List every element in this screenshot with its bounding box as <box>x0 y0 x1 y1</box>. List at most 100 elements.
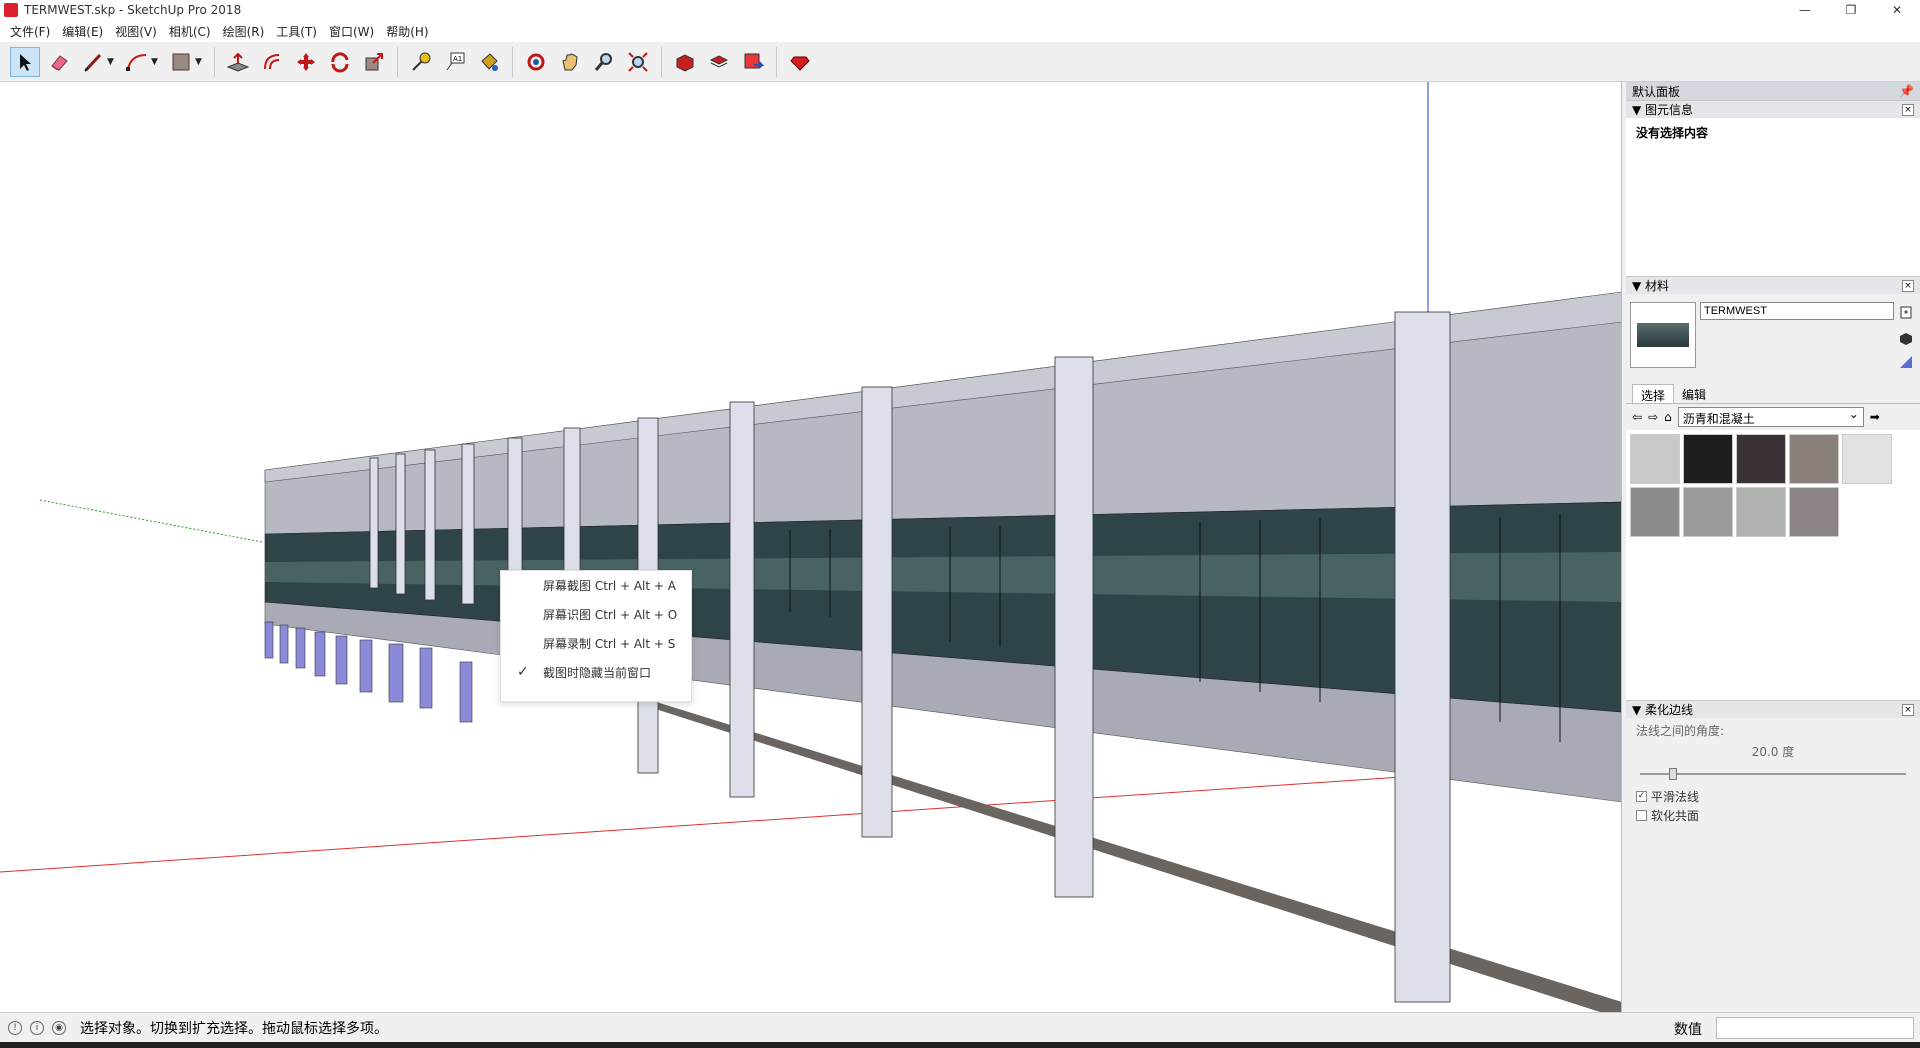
material-name-field[interactable] <box>1700 302 1894 320</box>
toolbar-separator <box>776 46 777 77</box>
soften-edges-header[interactable]: ▼ 柔化边线 × <box>1626 700 1920 718</box>
line-tool-button[interactable] <box>78 47 108 77</box>
rectangle-dropdown-caret[interactable]: ▼ <box>195 57 205 67</box>
menu-item-hide-window[interactable]: ✓ 截图时隐藏当前窗口 <box>501 658 691 687</box>
soften-coplanar-checkbox[interactable] <box>1636 810 1647 821</box>
tape-measure-icon <box>412 52 431 71</box>
material-swatch[interactable] <box>1683 487 1733 537</box>
push-pull-tool-icon <box>226 52 250 72</box>
move-tool-icon <box>297 52 315 71</box>
push-pull-tool-button[interactable] <box>223 47 253 77</box>
material-swatch[interactable] <box>1789 434 1839 484</box>
credits-icon[interactable]: i <box>30 1020 44 1035</box>
status-bar: ! i ◉ 选择对象。切换到扩充选择。拖动鼠标选择多项。 数值 <box>0 1012 1920 1042</box>
sample-paint-icon[interactable] <box>1898 354 1914 370</box>
rectangle-tool-button[interactable] <box>166 47 196 77</box>
line-dropdown-caret[interactable]: ▼ <box>107 57 117 67</box>
geo-location-icon[interactable]: ! <box>8 1020 22 1035</box>
materials-header[interactable]: ▼ 材料 × <box>1626 276 1920 294</box>
pan-button[interactable] <box>555 47 585 77</box>
menu-bar: 文件(F) 编辑(E) 视图(V) 相机(C) 绘图(R) 工具(T) 窗口(W… <box>0 20 1920 42</box>
minimize-button[interactable]: — <box>1782 0 1828 20</box>
toolbar-separator <box>214 46 215 77</box>
close-button[interactable]: ✕ <box>1874 0 1920 20</box>
material-swatch[interactable] <box>1736 434 1786 484</box>
menu-view[interactable]: 视图(V) <box>109 23 163 40</box>
arc-tool-icon <box>126 53 147 71</box>
home-icon[interactable]: ⌂ <box>1664 410 1672 424</box>
select-tool-button[interactable] <box>10 46 40 77</box>
extension-warehouse-button[interactable] <box>704 47 734 77</box>
rotate-tool-icon <box>331 51 349 72</box>
arc-dropdown-caret[interactable]: ▼ <box>151 57 161 67</box>
layout-button[interactable] <box>738 47 768 77</box>
paint-bucket-button[interactable] <box>474 47 504 77</box>
materials-title: 材料 <box>1645 279 1670 293</box>
angle-slider[interactable] <box>1640 766 1906 782</box>
move-tool-button[interactable] <box>291 47 321 77</box>
slider-thumb[interactable] <box>1669 768 1678 780</box>
rotate-tool-button[interactable] <box>325 47 355 77</box>
close-icon[interactable]: × <box>1902 703 1914 716</box>
text-tool-button[interactable]: A1 <box>440 47 470 77</box>
tab-select[interactable]: 选择 <box>1632 384 1675 403</box>
entity-info-header[interactable]: ▼ 图元信息 × <box>1626 100 1920 118</box>
zoom-button[interactable] <box>589 47 619 77</box>
material-swatch[interactable] <box>1736 487 1786 537</box>
menu-item-label: 屏幕识图 Ctrl + Alt + O <box>543 608 678 622</box>
user-account-icon[interactable]: ◉ <box>52 1020 66 1035</box>
tape-measure-button[interactable] <box>406 47 436 77</box>
menu-item-screen-ocr[interactable]: 屏幕识图 Ctrl + Alt + O <box>501 600 691 629</box>
material-swatch[interactable] <box>1683 434 1733 484</box>
zoom-extents-button[interactable] <box>623 47 653 77</box>
material-swatch[interactable] <box>1842 434 1892 484</box>
offset-tool-button[interactable] <box>257 47 287 77</box>
details-arrow-icon[interactable]: ➡ <box>1870 410 1880 424</box>
model-canvas[interactable] <box>0 82 1622 1012</box>
create-material-icon[interactable] <box>1898 304 1914 320</box>
scale-tool-button[interactable] <box>359 47 389 77</box>
tab-edit[interactable]: 编辑 <box>1674 384 1714 403</box>
menu-camera[interactable]: 相机(C) <box>163 23 217 40</box>
close-icon[interactable]: × <box>1902 103 1914 116</box>
ruby-console-button[interactable] <box>785 47 815 77</box>
menu-help[interactable]: 帮助(H) <box>380 23 434 40</box>
menu-edit[interactable]: 编辑(E) <box>56 23 109 40</box>
smooth-normals-checkbox[interactable]: ✓ <box>1636 791 1647 802</box>
scale-tool-icon <box>365 52 383 70</box>
material-tabs: 选择 编辑 <box>1626 384 1920 404</box>
back-arrow-icon[interactable]: ⇦ <box>1632 410 1642 424</box>
window-controls: — ❐ ✕ <box>1782 0 1920 20</box>
menu-item-label: 屏幕录制 Ctrl + Alt + S <box>543 637 676 651</box>
collapse-arrow-icon: ▼ <box>1632 103 1646 117</box>
extension-warehouse-icon <box>709 54 729 68</box>
3d-warehouse-button[interactable] <box>670 47 700 77</box>
menu-item-screen-record[interactable]: 屏幕录制 Ctrl + Alt + S <box>501 629 691 658</box>
default-material-icon[interactable] <box>1898 330 1914 346</box>
pan-icon <box>562 52 578 70</box>
toolbar-separator <box>397 46 398 77</box>
orbit-button[interactable] <box>521 47 551 77</box>
restore-button[interactable]: ❐ <box>1828 0 1874 20</box>
measurements-input[interactable] <box>1716 1017 1914 1039</box>
material-swatch[interactable] <box>1789 487 1839 537</box>
modeling-viewport[interactable] <box>0 82 1622 1012</box>
eraser-tool-button[interactable] <box>44 47 74 77</box>
close-icon[interactable]: × <box>1902 279 1914 292</box>
menu-file[interactable]: 文件(F) <box>4 23 56 40</box>
pin-icon[interactable]: 📌 <box>1899 84 1914 98</box>
angle-value: 20.0 度 <box>1751 745 1795 759</box>
forward-arrow-icon[interactable]: ⇨ <box>1648 410 1658 424</box>
menu-window[interactable]: 窗口(W) <box>323 23 380 40</box>
arc-tool-button[interactable] <box>122 47 152 77</box>
status-message: 选择对象。切换到扩充选择。拖动鼠标选择多项。 <box>80 1020 388 1037</box>
material-preview-area <box>1626 294 1920 384</box>
material-swatch[interactable] <box>1630 434 1680 484</box>
library-dropdown[interactable]: 沥青和混凝土 <box>1677 407 1864 427</box>
menu-tools[interactable]: 工具(T) <box>270 23 323 40</box>
menu-draw[interactable]: 绘图(R) <box>217 23 271 40</box>
os-taskbar <box>0 1042 1920 1048</box>
material-swatch[interactable] <box>1630 487 1680 537</box>
green-axis <box>39 499 263 543</box>
menu-item-screen-capture[interactable]: 屏幕截图 Ctrl + Alt + A <box>501 571 691 600</box>
